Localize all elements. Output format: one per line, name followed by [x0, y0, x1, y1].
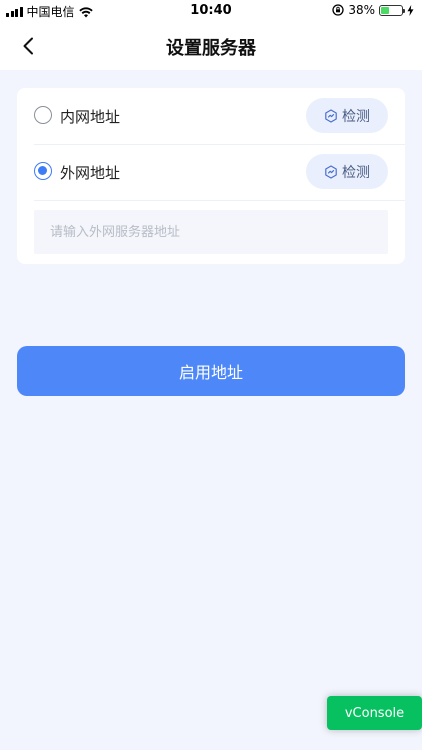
battery-percent: 38% — [348, 3, 375, 17]
charging-icon — [407, 4, 414, 16]
option-label-internet: 外网地址 — [60, 164, 121, 182]
detect-button-intranet[interactable]: 检测 — [306, 98, 388, 133]
option-internet[interactable]: 外网地址 检测 — [17, 144, 405, 200]
vconsole-button[interactable]: vConsole — [327, 696, 422, 730]
detect-label: 检测 — [342, 108, 370, 125]
rotation-lock-icon — [332, 4, 344, 16]
divider — [34, 200, 405, 201]
option-label-intranet: 内网地址 — [60, 108, 121, 126]
detect-icon — [325, 164, 337, 179]
detect-icon — [325, 108, 337, 123]
server-settings-card: 内网地址 检测 外网地址 检测 — [17, 88, 405, 264]
option-intranet[interactable]: 内网地址 检测 — [17, 88, 405, 144]
detect-label: 检测 — [342, 164, 370, 181]
page-title: 设置服务器 — [166, 38, 256, 59]
server-address-input[interactable] — [34, 210, 388, 254]
battery-icon — [379, 4, 405, 16]
radio-intranet[interactable] — [34, 106, 52, 124]
radio-internet[interactable] — [34, 162, 52, 180]
battery-fill — [381, 6, 389, 14]
status-bar: 中国电信 10:40 38% — [0, 0, 422, 22]
enable-address-button[interactable]: 启用地址 — [17, 346, 405, 396]
detect-button-internet[interactable]: 检测 — [306, 154, 388, 189]
nav-bar: 设置服务器 — [0, 22, 422, 70]
status-right: 38% — [332, 3, 414, 17]
